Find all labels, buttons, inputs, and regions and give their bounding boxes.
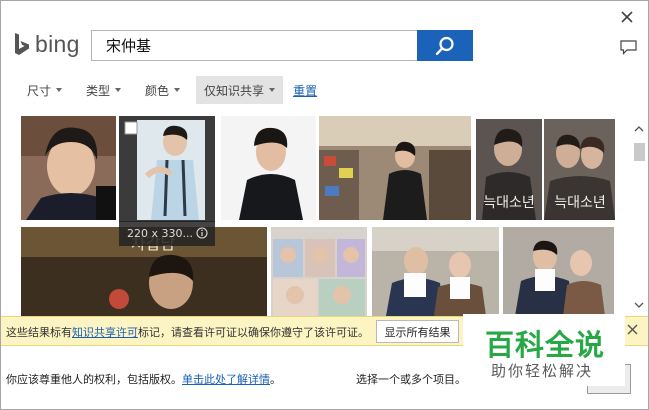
info-icon[interactable]: [196, 227, 208, 239]
reset-link[interactable]: 重置: [293, 82, 317, 99]
photo-thumbnail: [319, 116, 471, 220]
result-image-8[interactable]: [271, 227, 367, 316]
copyright-notice: 你应该尊重他人的权利，包括版权。单击此处了解详情。: [6, 371, 281, 387]
filter-size-label: 尺寸: [27, 83, 52, 98]
photo-thumbnail: [372, 227, 499, 316]
filter-type-label: 类型: [86, 83, 111, 98]
close-button[interactable]: [618, 8, 636, 26]
feedback-button[interactable]: [618, 38, 638, 56]
filter-license-label: 仅知识共享: [204, 83, 265, 98]
photo-thumbnail: [503, 227, 614, 316]
image-results-grid: 늑대소년 늑대소년 차갑남: [1, 114, 630, 316]
portrait-thumbnail: [21, 116, 116, 220]
search-bar: [91, 30, 473, 61]
result-image-9[interactable]: [372, 227, 499, 316]
close-icon: [621, 11, 633, 23]
chevron-down-icon: [56, 88, 63, 92]
filter-color-label: 颜色: [145, 83, 170, 98]
search-input[interactable]: [91, 30, 422, 61]
poster-thumbnail: 늑대소년: [544, 119, 615, 220]
result-image-3[interactable]: [221, 116, 316, 220]
results-scrollbar[interactable]: [632, 121, 646, 311]
chevron-down-icon: [269, 88, 276, 92]
notice-text-before: 这些结果标有: [6, 326, 72, 339]
search-icon: [435, 36, 454, 55]
poster-thumbnail: 늑대소년: [476, 119, 542, 220]
image-size-label: 220 x 330...: [127, 227, 193, 240]
filter-license[interactable]: 仅知识共享: [196, 76, 284, 104]
result-image-1[interactable]: [21, 116, 116, 220]
license-notice-text: 这些结果标有知识共享许可标记，请查看许可证以确保你遵守了该许可证。: [6, 324, 369, 340]
filter-color[interactable]: 颜色: [137, 76, 188, 104]
filter-bar: 尺寸 类型 颜色 仅知识共享 重置: [19, 76, 317, 104]
scroll-thumb[interactable]: [634, 143, 645, 161]
bing-logo-text: bing: [35, 30, 80, 57]
copyright-text: 你应该尊重他人的权利，包括版权。: [6, 373, 182, 386]
chevron-down-icon: [115, 88, 122, 92]
copyright-end: 。: [270, 373, 281, 386]
image-hover-info: 220 x 330...: [119, 221, 215, 246]
bing-image-dialog: bing 尺寸 类型 颜色: [0, 0, 649, 410]
feedback-icon: [619, 39, 637, 55]
result-image-4[interactable]: [319, 116, 471, 220]
result-image-2[interactable]: [119, 116, 215, 222]
result-image-6[interactable]: 늑대소년: [544, 119, 615, 220]
result-image-10[interactable]: [503, 227, 614, 316]
notice-close-icon[interactable]: [627, 324, 638, 335]
chevron-down-icon: [174, 88, 181, 92]
notice-text-after: 标记，请查看许可证以确保你遵守了该许可证。: [138, 326, 369, 339]
bing-b-icon: [15, 33, 29, 55]
scroll-down-icon[interactable]: [634, 301, 644, 309]
filter-size[interactable]: 尺寸: [19, 76, 70, 104]
filter-type[interactable]: 类型: [78, 76, 129, 104]
collage-thumbnail: [271, 227, 367, 316]
svg-text:늑대소년: 늑대소년: [483, 195, 535, 211]
svg-text:늑대소년: 늑대소년: [554, 195, 606, 211]
watermark-title: 百科全说: [485, 328, 606, 362]
creative-commons-link[interactable]: 知识共享许可: [72, 326, 138, 339]
bing-logo: bing: [13, 30, 80, 58]
result-image-5[interactable]: 늑대소년: [476, 119, 542, 220]
portrait-thumbnail: [221, 116, 316, 220]
search-button[interactable]: [417, 30, 473, 61]
watermark-subtitle: 助你轻松解决: [491, 362, 594, 380]
show-all-results-button[interactable]: 显示所有结果: [376, 320, 459, 343]
portrait-thumbnail: [119, 116, 215, 222]
selection-status: 选择一个或多个项目。: [356, 373, 466, 386]
scroll-up-icon[interactable]: [634, 125, 644, 133]
watermark: 百科全说 助你轻松解决: [463, 314, 625, 386]
learn-more-link[interactable]: 单击此处了解详情: [182, 373, 270, 386]
